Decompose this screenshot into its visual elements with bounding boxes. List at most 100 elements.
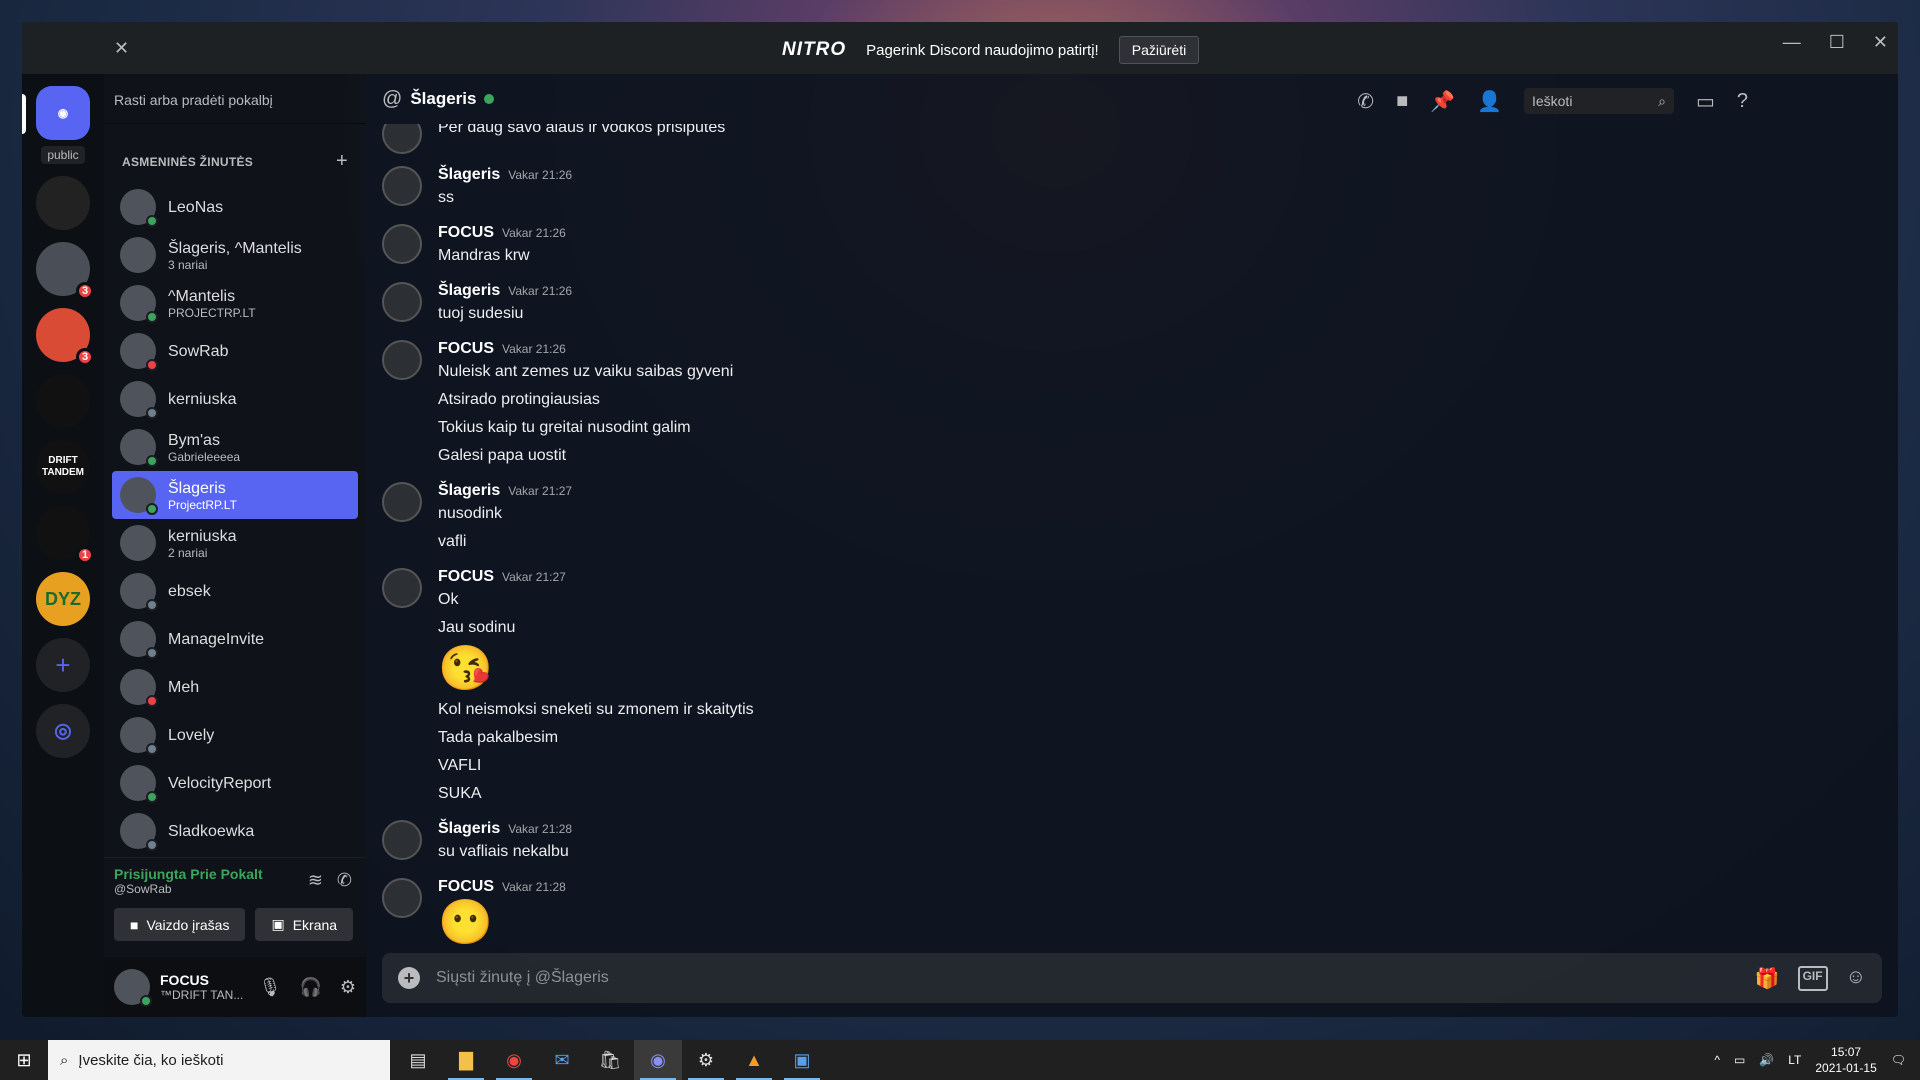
avatar[interactable]	[382, 340, 422, 380]
notifications-icon[interactable]: 🗨	[1891, 1053, 1906, 1067]
clock[interactable]: 15:07 2021-01-15	[1815, 1044, 1876, 1076]
message-author[interactable]: FOCUS	[438, 340, 494, 358]
dm-name: kerniuska	[168, 390, 237, 408]
message-text: Nuleisk ant zemes uz vaiku saibas gyveni	[438, 363, 734, 380]
at-icon: @	[382, 87, 403, 110]
close-icon[interactable]: ✕	[1873, 32, 1888, 53]
message-timestamp: Vakar 21:27	[502, 570, 566, 584]
dm-name: kerniuska	[168, 527, 237, 545]
deafen-icon[interactable]: 🎧	[299, 977, 321, 998]
server-icon[interactable]: 3	[36, 308, 94, 366]
language-indicator[interactable]: LT	[1788, 1053, 1801, 1067]
noise-suppression-icon[interactable]: ≋	[308, 870, 323, 891]
message-author[interactable]: Šlageris	[438, 820, 500, 838]
server-icon[interactable]: DYZ	[36, 572, 90, 626]
window-controls: — ☐ ✕	[1783, 32, 1888, 53]
steam-icon[interactable]: ⚙	[682, 1040, 730, 1080]
chrome-icon[interactable]: ◉	[490, 1040, 538, 1080]
gif-button[interactable]: GIF	[1797, 965, 1828, 991]
online-status	[484, 94, 495, 104]
disconnect-icon[interactable]: ✆	[337, 870, 352, 891]
dm-item[interactable]: ebsek	[112, 567, 358, 615]
chevron-up-icon[interactable]: ^	[1714, 1053, 1720, 1067]
avatar[interactable]	[382, 124, 422, 154]
message-author[interactable]: Šlageris	[438, 482, 500, 500]
help-icon[interactable]: ?	[1737, 90, 1748, 113]
dm-item[interactable]: kerniuska 2 nariai	[112, 519, 358, 567]
avatar[interactable]	[382, 568, 422, 608]
call-icon[interactable]: ✆	[1357, 89, 1374, 114]
add-friend-icon[interactable]: 👤	[1477, 89, 1502, 114]
message-text: Mandras krw	[438, 247, 530, 264]
app-icon[interactable]: ▲	[730, 1040, 778, 1080]
attach-icon[interactable]: +	[398, 967, 420, 989]
dm-item[interactable]: SowRab	[112, 327, 358, 375]
network-icon[interactable]: ▭	[1734, 1053, 1745, 1067]
volume-icon[interactable]: 🔊	[1759, 1053, 1774, 1067]
message-author[interactable]: FOCUS	[438, 224, 494, 242]
dm-item[interactable]: Lovely	[112, 711, 358, 759]
status-indicator	[146, 503, 158, 515]
video-call-icon[interactable]: ■	[1396, 90, 1408, 113]
message-author[interactable]: FOCUS	[438, 878, 494, 896]
avatar[interactable]	[382, 224, 422, 264]
avatar[interactable]	[114, 969, 152, 1007]
dm-item[interactable]: Sladkoewka	[112, 807, 358, 855]
mute-icon[interactable]: 🎙	[259, 977, 282, 998]
photos-icon[interactable]: ▣	[778, 1040, 826, 1080]
minimize-icon[interactable]: —	[1783, 32, 1801, 53]
message-author[interactable]: Šlageris	[438, 166, 500, 184]
avatar[interactable]	[382, 482, 422, 522]
discord-taskbar-icon[interactable]: ◉	[634, 1040, 682, 1080]
server-icon[interactable]	[36, 374, 90, 428]
screen-share-button[interactable]: ▣ Ekrana	[255, 908, 354, 941]
dm-item[interactable]: ManageInvite	[112, 615, 358, 663]
server-icon[interactable]	[36, 176, 90, 230]
server-icon[interactable]: 1	[36, 506, 94, 564]
dm-item[interactable]: kerniuska	[112, 375, 358, 423]
emoji-icon[interactable]: ☺	[1846, 966, 1866, 991]
message-author[interactable]: Šlageris	[438, 282, 500, 300]
server-icon[interactable]: DRIFT TANDEM	[36, 440, 90, 494]
start-icon[interactable]: ⊞	[0, 1040, 48, 1080]
dm-item[interactable]: Šlageris ProjectRP.LT	[112, 471, 358, 519]
home-button[interactable]: ◉	[36, 86, 90, 140]
nitro-view-button[interactable]: Pažiūrėti	[1118, 36, 1200, 64]
mail-icon[interactable]: ✉	[538, 1040, 586, 1080]
maximize-icon[interactable]: ☐	[1829, 32, 1845, 53]
dm-panel: Rasti arba pradėti pokalbį ASMENINĖS ŽIN…	[104, 74, 366, 1017]
message-input[interactable]: Siųsti žinutę į @Šlageris	[436, 969, 1739, 987]
dm-item[interactable]: VelocityReport	[112, 759, 358, 807]
add-server-icon[interactable]: +	[36, 638, 90, 692]
dm-item[interactable]: ^Mantelis PROJECTRP.LT	[112, 279, 358, 327]
dm-name: VelocityReport	[168, 774, 272, 792]
server-icon[interactable]: 3	[36, 242, 94, 300]
explore-icon[interactable]: ◎	[36, 704, 90, 758]
search-input[interactable]: Ieškoti ⌕	[1523, 88, 1674, 114]
close-banner-icon[interactable]: ✕	[114, 38, 129, 59]
avatar	[120, 669, 158, 707]
taskbar-search[interactable]: ⌕ Įveskite čia, ko ieškoti	[48, 1040, 390, 1080]
message-header: Šlageris Vakar 21:26	[438, 166, 572, 184]
video-button[interactable]: ■ Vaizdo įrašas	[114, 908, 246, 941]
new-dm-icon[interactable]: +	[336, 150, 348, 173]
settings-icon[interactable]: ⚙	[340, 977, 356, 998]
avatar[interactable]	[382, 878, 422, 918]
dm-search-input[interactable]: Rasti arba pradėti pokalbį	[104, 74, 366, 124]
dm-item[interactable]: LeoNas	[112, 183, 358, 231]
dm-item[interactable]: Meh	[112, 663, 358, 711]
task-view-icon[interactable]: ▤	[394, 1040, 442, 1080]
inbox-icon[interactable]: ▭	[1696, 89, 1715, 114]
dm-item[interactable]: Bym'as Gabrieleeeea	[112, 423, 358, 471]
file-explorer-icon[interactable]: ▇	[442, 1040, 490, 1080]
dm-subtitle: Gabrieleeeea	[168, 449, 241, 464]
avatar[interactable]	[382, 282, 422, 322]
avatar[interactable]	[382, 820, 422, 860]
avatar[interactable]	[382, 166, 422, 206]
pin-icon[interactable]: 📌	[1430, 89, 1455, 114]
message-author[interactable]: FOCUS	[438, 568, 494, 586]
dm-item[interactable]: Šlageris, ^Mantelis 3 nariai	[112, 231, 358, 279]
avatar	[120, 477, 158, 515]
store-icon[interactable]: 🛍	[586, 1040, 634, 1080]
gift-icon[interactable]: 🎁	[1755, 966, 1780, 991]
